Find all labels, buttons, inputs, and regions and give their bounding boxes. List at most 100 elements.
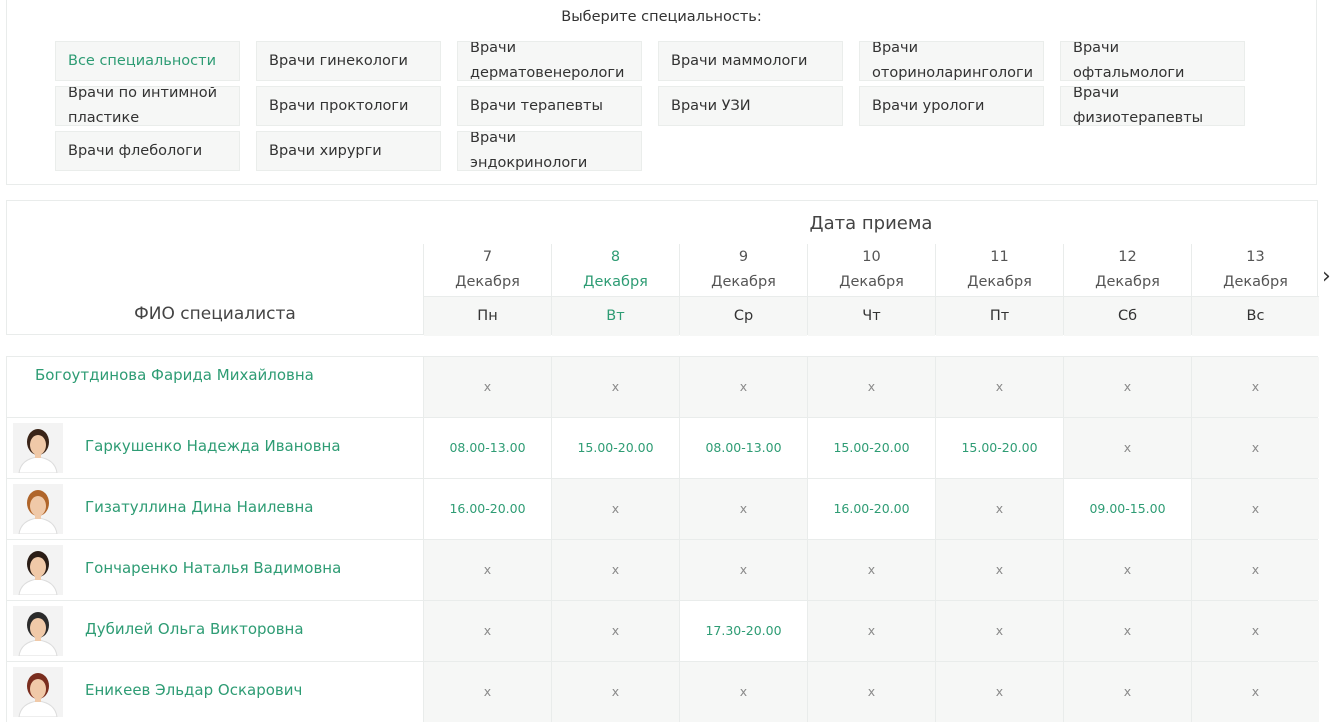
time-slot[interactable]: 15.00-20.00 — [935, 418, 1063, 478]
specialty-button[interactable]: Врачи проктологи — [256, 86, 441, 126]
day-weekday: Пт — [936, 296, 1063, 336]
unavailable-slot: x — [551, 540, 679, 600]
unavailable-slot: x — [1191, 662, 1319, 722]
day-weekday: Вт — [552, 296, 679, 336]
day-number: 13 — [1246, 249, 1265, 265]
specialty-button[interactable]: Все специальности — [55, 41, 240, 81]
specialty-button[interactable]: Врачи дерматовенерологи — [457, 41, 642, 81]
specialty-button-label: Врачи хирурги — [269, 142, 382, 159]
day-column-header: 12 Декабря Сб — [1063, 244, 1191, 336]
doctor-cell: Гончаренко Наталья Вадимовна — [7, 540, 423, 600]
specialty-button-label: Врачи терапевты — [470, 97, 603, 114]
avatar[interactable] — [13, 484, 63, 534]
doctor-cell: Гаркушенко Надежда Ивановна — [7, 418, 423, 478]
unavailable-slot: x — [1063, 418, 1191, 478]
specialty-button[interactable]: Врачи по интимной пластике — [55, 86, 240, 126]
specialty-button-label: Врачи по интимной пластике — [68, 86, 218, 126]
unavailable-slot: x — [1063, 357, 1191, 417]
doctor-row: Богоутдинова Фарида Михайловна x x x x x x x — [6, 356, 1319, 417]
specialty-button[interactable]: Врачи терапевты — [457, 86, 642, 126]
specialty-button-label: Врачи физиотерапевты — [1073, 86, 1204, 126]
unavailable-slot: x — [679, 479, 807, 539]
day-weekday: Вс — [1192, 296, 1319, 336]
fio-column-header: ФИО специалиста — [134, 304, 296, 324]
time-slot[interactable]: 17.30-20.00 — [679, 601, 807, 661]
schedule-header: Дата приема ФИО специалиста 7 Декабря Пн 8 Д… — [6, 200, 1319, 336]
specialty-button-label: Врачи УЗИ — [671, 97, 751, 114]
specialty-button[interactable]: Врачи маммологи — [658, 41, 843, 81]
specialty-button[interactable]: Врачи урологи — [859, 86, 1044, 126]
time-slot[interactable]: 08.00-13.00 — [423, 418, 551, 478]
day-column-header: 11 Декабря Пт — [935, 244, 1063, 336]
unavailable-slot: x — [935, 601, 1063, 661]
specialty-button[interactable]: Врачи гинекологи — [256, 41, 441, 81]
unavailable-slot: x — [679, 662, 807, 722]
unavailable-slot: x — [935, 357, 1063, 417]
unavailable-slot: x — [679, 357, 807, 417]
day-month: Декабря — [967, 274, 1032, 290]
day-column-header: 7 Декабря Пн — [423, 244, 551, 336]
doctor-name-link[interactable]: Гончаренко Наталья Вадимовна — [85, 559, 341, 577]
day-column-header: 13 Декабря Вс — [1191, 244, 1319, 336]
specialty-button-label: Врачи флебологи — [68, 142, 203, 159]
next-week-arrow-icon[interactable]: › — [1322, 262, 1331, 292]
specialty-button[interactable]: Врачи физиотерапевты — [1060, 86, 1245, 126]
unavailable-slot: x — [1063, 601, 1191, 661]
unavailable-slot: x — [679, 540, 807, 600]
day-weekday: Сб — [1064, 296, 1191, 336]
day-month: Декабря — [455, 274, 520, 290]
unavailable-slot: x — [807, 662, 935, 722]
time-slot[interactable]: 16.00-20.00 — [807, 479, 935, 539]
day-number: 8 — [610, 249, 621, 265]
specialty-button[interactable]: Врачи хирурги — [256, 131, 441, 171]
avatar[interactable] — [13, 423, 63, 473]
unavailable-slot: x — [1191, 601, 1319, 661]
doctor-name-link[interactable]: Гизатуллина Дина Наилевна — [85, 498, 313, 516]
time-slot[interactable]: 08.00-13.00 — [679, 418, 807, 478]
doctor-cell: Гизатуллина Дина Наилевна — [7, 479, 423, 539]
avatar[interactable] — [13, 606, 63, 656]
specialty-button[interactable]: Врачи офтальмологи — [1060, 41, 1245, 81]
unavailable-slot: x — [1191, 540, 1319, 600]
doctor-cell: Дубилей Ольга Викторовна — [7, 601, 423, 661]
specialty-button[interactable]: Врачи УЗИ — [658, 86, 843, 126]
day-month: Декабря — [583, 274, 648, 290]
doctor-name-link[interactable]: Гаркушенко Надежда Ивановна — [85, 437, 341, 455]
specialty-button-label: Все специальности — [68, 52, 217, 69]
time-slot[interactable]: 15.00-20.00 — [551, 418, 679, 478]
unavailable-slot: x — [1063, 540, 1191, 600]
specialty-button-label: Врачи маммологи — [671, 52, 808, 69]
time-slot[interactable]: 09.00-15.00 — [1063, 479, 1191, 539]
date-title: Дата приема — [809, 213, 933, 234]
avatar[interactable] — [13, 545, 63, 595]
specialty-button[interactable]: Врачи оториноларингологи — [859, 41, 1044, 81]
avatar[interactable] — [13, 667, 63, 717]
unavailable-slot: x — [423, 540, 551, 600]
specialty-button-label: Врачи офтальмологи — [1073, 41, 1185, 81]
time-slot[interactable]: 16.00-20.00 — [423, 479, 551, 539]
doctor-name-link[interactable]: Дубилей Ольга Викторовна — [85, 620, 304, 638]
specialty-title: Выберите специальность: — [561, 9, 762, 25]
unavailable-slot: x — [1191, 479, 1319, 539]
unavailable-slot: x — [935, 479, 1063, 539]
doctor-name-link[interactable]: Богоутдинова Фарида Михайловна — [35, 366, 314, 384]
day-number: 7 — [482, 249, 493, 265]
unavailable-slot: x — [807, 540, 935, 600]
doctor-name-link[interactable]: Еникеев Эльдар Оскарович — [85, 681, 302, 699]
day-column-header: 10 Декабря Чт — [807, 244, 935, 336]
specialty-button[interactable]: Врачи флебологи — [55, 131, 240, 171]
day-month: Декабря — [839, 274, 904, 290]
doctor-row: Гаркушенко Надежда Ивановна 08.00-13.00 15… — [6, 417, 1319, 478]
doctor-row: Гончаренко Наталья Вадимовна x x x x x x x — [6, 539, 1319, 600]
unavailable-slot: x — [1191, 357, 1319, 417]
day-weekday: Ср — [680, 296, 807, 336]
day-weekday: Пн — [424, 296, 551, 336]
unavailable-slot: x — [551, 662, 679, 722]
unavailable-slot: x — [807, 357, 935, 417]
specialty-button-label: Врачи урологи — [872, 97, 985, 114]
specialty-button[interactable]: Врачи эндокринологи — [457, 131, 642, 171]
unavailable-slot: x — [807, 601, 935, 661]
unavailable-slot: x — [935, 662, 1063, 722]
time-slot[interactable]: 15.00-20.00 — [807, 418, 935, 478]
day-month: Декабря — [1095, 274, 1160, 290]
